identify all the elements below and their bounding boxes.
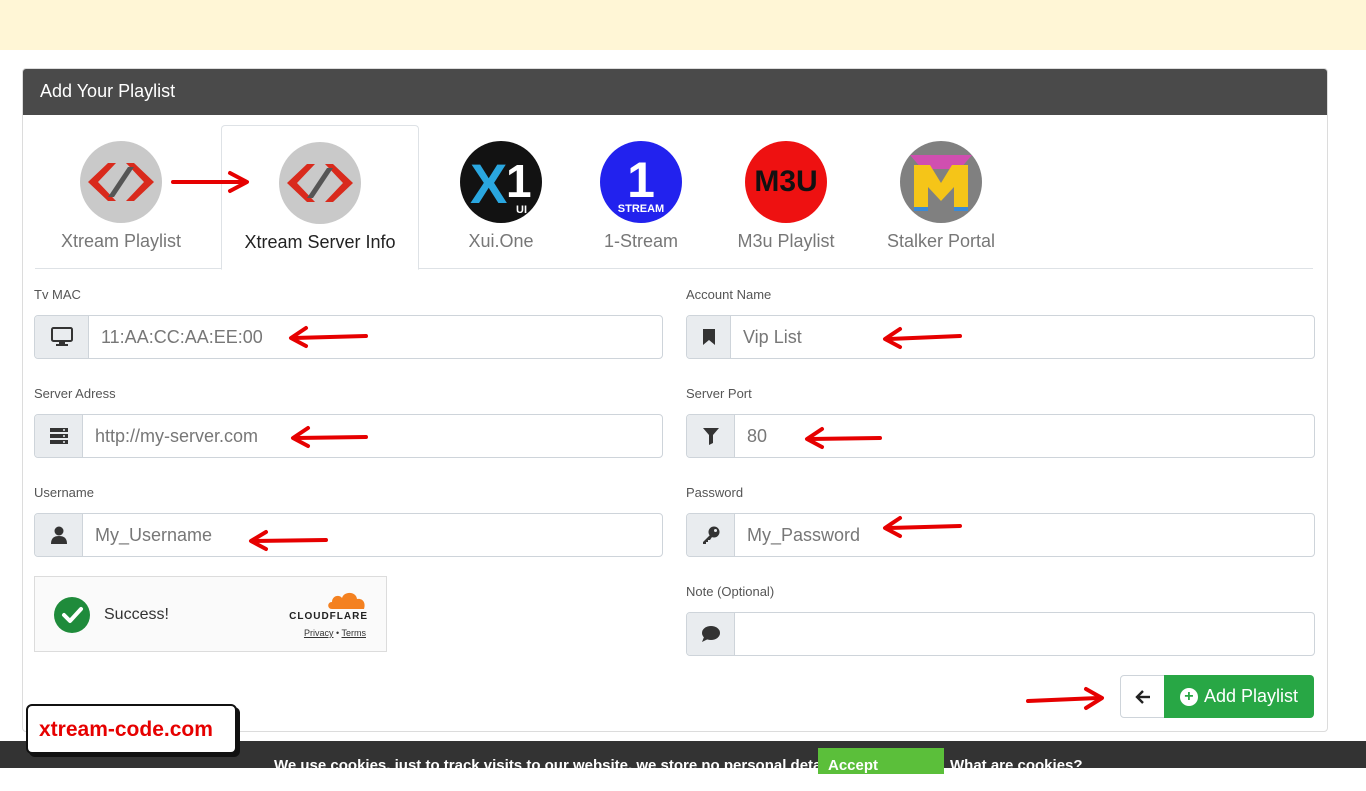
- account-name-input[interactable]: [731, 316, 1314, 358]
- annotation-arrow-icon: [883, 516, 962, 538]
- what-are-cookies-link[interactable]: What are cookies?: [950, 757, 1083, 774]
- tab-xtream-server-info[interactable]: Xtream Server Info: [221, 125, 419, 270]
- check-icon: [54, 597, 90, 633]
- back-button[interactable]: [1120, 675, 1165, 718]
- username-input[interactable]: [83, 514, 662, 556]
- tab-label: Xtream Server Info: [244, 232, 396, 252]
- tab-label: Xui.One: [468, 231, 534, 251]
- note-group: [686, 612, 1315, 656]
- svg-text:UI: UI: [516, 204, 527, 216]
- account-name-label: Account Name: [686, 287, 772, 302]
- username-label: Username: [34, 485, 94, 500]
- tab-xui-one[interactable]: X 1 UI Xui.One: [429, 125, 573, 269]
- privacy-link[interactable]: Privacy: [304, 628, 334, 638]
- server-icon: [35, 415, 83, 457]
- m3u-logo-icon: M3U: [745, 141, 827, 223]
- annotation-arrow-icon: [1026, 687, 1104, 710]
- annotation-arrow-icon: [249, 530, 328, 551]
- server-address-label: Server Adress: [34, 386, 116, 401]
- tab-stalker-portal[interactable]: Stalker Portal: [869, 125, 1013, 269]
- x1-logo-icon: X 1 UI: [460, 141, 542, 223]
- top-banner: [0, 0, 1366, 50]
- tv-mac-label: Tv MAC: [34, 287, 81, 302]
- comment-icon: [687, 613, 735, 655]
- add-playlist-button[interactable]: + Add Playlist: [1164, 675, 1314, 718]
- plus-circle-icon: +: [1179, 687, 1198, 706]
- svg-text:STREAM: STREAM: [618, 203, 664, 215]
- note-input[interactable]: [735, 613, 1314, 655]
- filter-icon: [687, 415, 735, 457]
- tv-mac-input[interactable]: [89, 316, 662, 358]
- tab-m3u-playlist[interactable]: M3U M3u Playlist: [711, 125, 861, 269]
- xtream-logo-icon: [279, 142, 361, 224]
- annotation-arrow-icon: [883, 327, 962, 349]
- annotation-arrow-icon: [291, 426, 368, 448]
- server-port-label: Server Port: [686, 386, 752, 401]
- stalker-logo-icon: [900, 141, 982, 223]
- tab-label: M3u Playlist: [737, 231, 835, 251]
- terms-link[interactable]: Terms: [342, 628, 367, 638]
- user-icon: [35, 514, 83, 556]
- note-label: Note (Optional): [686, 584, 775, 599]
- xtream-logo-icon: [80, 141, 162, 223]
- add-playlist-label: Add Playlist: [1203, 686, 1299, 706]
- annotation-arrow-icon: [171, 171, 249, 193]
- username-group: [34, 513, 663, 557]
- captcha-links: Privacy • Terms: [304, 628, 366, 638]
- server-port-group: [686, 414, 1315, 458]
- password-input[interactable]: [735, 514, 1314, 556]
- separator: •: [336, 628, 340, 638]
- tab-label: 1-Stream: [603, 231, 679, 251]
- tab-xtream-playlist[interactable]: Xtream Playlist: [35, 125, 207, 269]
- cloudflare-captcha[interactable]: Success! CLOUDFLARE Privacy • Terms: [34, 576, 387, 652]
- playlist-type-tabs: Xtream Playlist Xtream Server Info X 1 U…: [35, 125, 1313, 270]
- cloudflare-logo: CLOUDFLARE: [289, 611, 368, 622]
- accept-cookies-button[interactable]: Accept Cookies: [818, 748, 944, 791]
- account-name-group: [686, 315, 1315, 359]
- watermark-badge: xtream-code.com: [26, 704, 237, 754]
- password-label: Password: [686, 485, 744, 500]
- monitor-icon: [35, 316, 89, 358]
- annotation-arrow-icon: [289, 326, 368, 348]
- arrow-left-icon: [1134, 689, 1150, 704]
- svg-text:1: 1: [627, 152, 655, 208]
- tab-label: Xtream Playlist: [60, 231, 182, 251]
- tab-label: Stalker Portal: [886, 231, 996, 251]
- cloudflare-cloud-icon: [328, 592, 365, 609]
- svg-text:X: X: [470, 152, 507, 215]
- tab-1-stream[interactable]: 1 STREAM 1-Stream: [575, 125, 707, 269]
- cookie-text: We use cookies, just to track visits to …: [274, 757, 843, 774]
- svg-text:1: 1: [506, 155, 532, 207]
- key-icon: [687, 514, 735, 556]
- captcha-status: Success!: [104, 606, 169, 623]
- server-address-input[interactable]: [83, 415, 662, 457]
- bookmark-icon: [687, 316, 731, 358]
- panel-title: Add Your Playlist: [23, 69, 1327, 115]
- annotation-arrow-icon: [805, 427, 882, 449]
- stream-logo-icon: 1 STREAM: [600, 141, 682, 223]
- password-group: [686, 513, 1315, 557]
